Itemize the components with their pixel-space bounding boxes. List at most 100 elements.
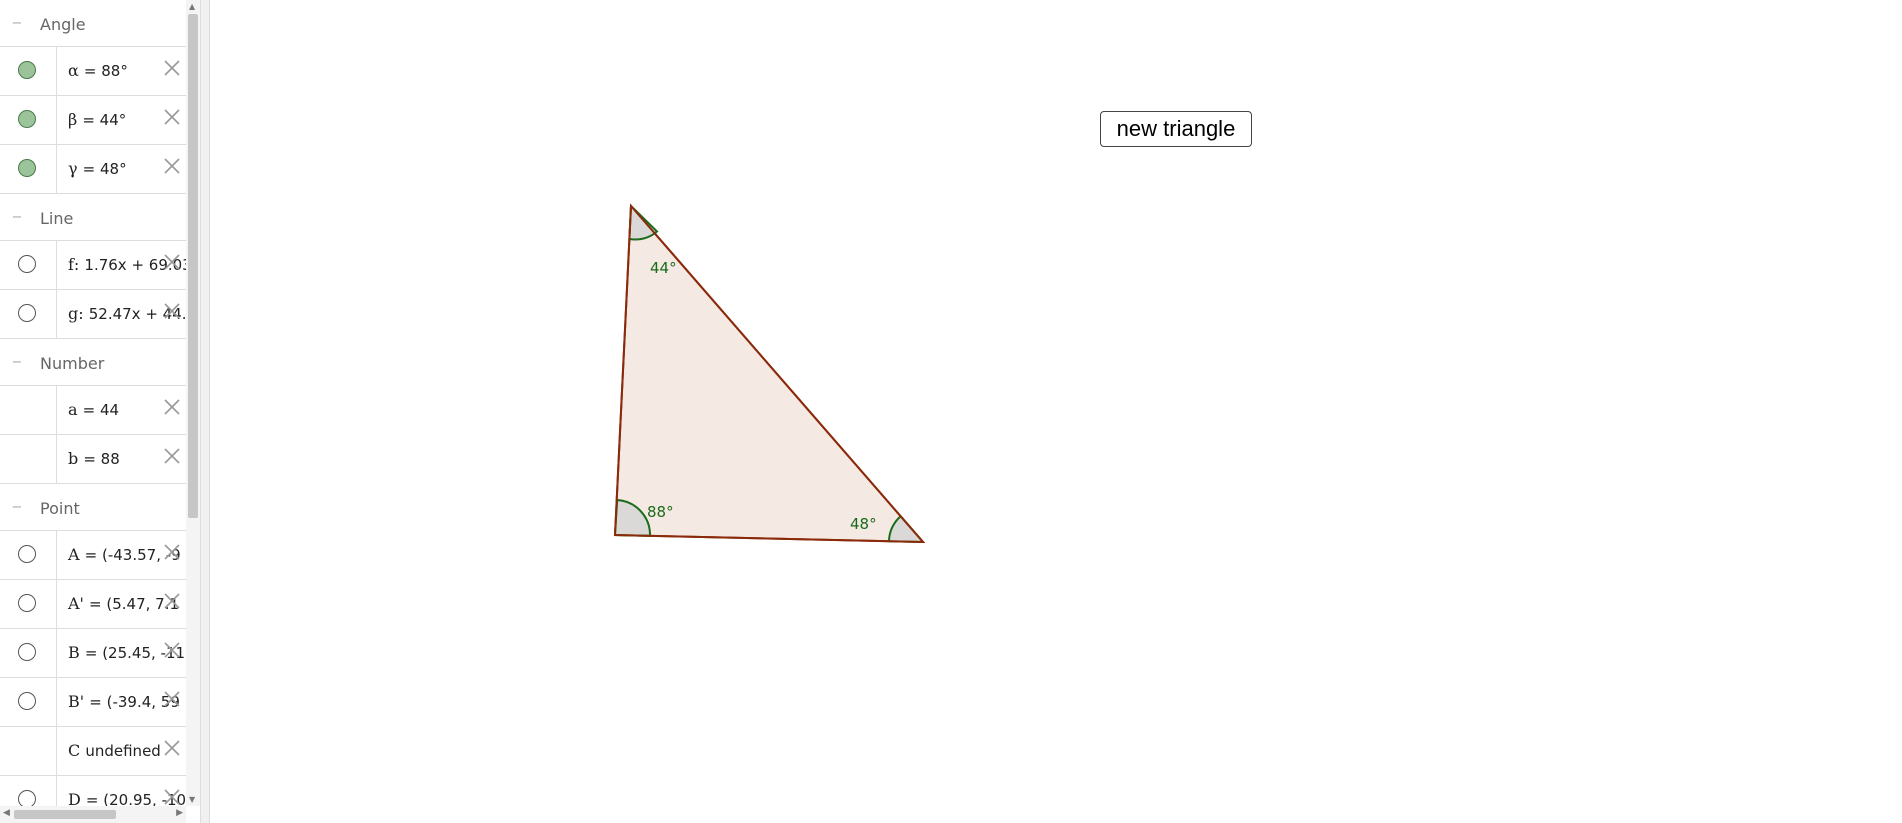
object-value: = 48° bbox=[82, 160, 127, 178]
visibility-toggle[interactable] bbox=[18, 110, 36, 128]
algebra-item[interactable]: a = 44 bbox=[0, 386, 186, 435]
horizontal-scroll-thumb[interactable] bbox=[14, 810, 116, 819]
marble-area bbox=[0, 727, 57, 775]
angle-arc-top[interactable] bbox=[628, 203, 659, 241]
scroll-up-icon[interactable]: ▲ bbox=[189, 2, 195, 11]
algebra-item[interactable]: D = (20.95, -10 bbox=[0, 776, 186, 806]
close-icon[interactable] bbox=[163, 641, 181, 659]
visibility-toggle[interactable] bbox=[18, 61, 36, 79]
object-label: f: bbox=[68, 255, 80, 274]
algebra-expression[interactable]: α = 88° bbox=[68, 61, 128, 80]
object-label: a bbox=[68, 400, 78, 419]
marble-area bbox=[0, 776, 57, 806]
minus-icon[interactable]: − bbox=[11, 501, 23, 514]
group-title: Line bbox=[40, 209, 74, 228]
angle-label-beta: 44° bbox=[650, 259, 677, 277]
close-icon[interactable] bbox=[163, 788, 181, 806]
object-value: = 88 bbox=[83, 450, 120, 468]
minus-icon[interactable]: − bbox=[11, 17, 23, 30]
close-icon[interactable] bbox=[163, 447, 181, 465]
algebra-item[interactable]: β = 44° bbox=[0, 96, 186, 145]
algebra-expression[interactable]: β = 44° bbox=[68, 110, 126, 129]
marble-area bbox=[0, 96, 57, 144]
algebra-expression[interactable]: a = 44 bbox=[68, 400, 119, 419]
group-title: Angle bbox=[40, 15, 86, 34]
algebra-item[interactable]: A' = (5.47, 7.1 bbox=[0, 580, 186, 629]
visibility-toggle[interactable] bbox=[18, 692, 36, 710]
visibility-toggle[interactable] bbox=[18, 594, 36, 612]
algebra-item[interactable]: C undefined bbox=[0, 727, 186, 776]
object-label: B bbox=[68, 643, 80, 662]
algebra-expression[interactable]: γ = 48° bbox=[68, 159, 127, 178]
visibility-toggle[interactable] bbox=[18, 255, 36, 273]
marble-area bbox=[0, 241, 57, 289]
algebra-item[interactable]: α = 88° bbox=[0, 47, 186, 96]
algebra-item[interactable]: b = 88 bbox=[0, 435, 186, 484]
close-icon[interactable] bbox=[163, 543, 181, 561]
group-header-point[interactable]: − Point bbox=[0, 484, 186, 531]
object-label: C bbox=[68, 741, 81, 760]
object-label: γ bbox=[68, 159, 78, 178]
close-icon[interactable] bbox=[163, 59, 181, 77]
algebra-item[interactable]: B' = (-39.4, 59 bbox=[0, 678, 186, 727]
horizontal-scrollbar[interactable]: ◀ ▶ bbox=[0, 806, 186, 823]
close-icon[interactable] bbox=[163, 253, 181, 271]
algebra-item[interactable]: γ = 48° bbox=[0, 145, 186, 194]
triangle[interactable] bbox=[613, 203, 926, 544]
close-icon[interactable] bbox=[163, 398, 181, 416]
minus-icon[interactable]: − bbox=[11, 356, 23, 369]
close-icon[interactable] bbox=[163, 592, 181, 610]
group-title: Point bbox=[40, 499, 80, 518]
group-header-line[interactable]: − Line bbox=[0, 194, 186, 241]
algebra-item[interactable]: A = (-43.57, -9 bbox=[0, 531, 186, 580]
object-label: B' bbox=[68, 692, 85, 711]
algebra-expression[interactable]: b = 88 bbox=[68, 449, 120, 468]
object-label: A bbox=[68, 545, 80, 564]
close-icon[interactable] bbox=[163, 690, 181, 708]
marble-area bbox=[0, 678, 57, 726]
close-icon[interactable] bbox=[163, 302, 181, 320]
object-label: A' bbox=[68, 594, 84, 613]
marble-area bbox=[0, 47, 57, 95]
scroll-left-icon[interactable]: ◀ bbox=[3, 808, 10, 818]
visibility-toggle[interactable] bbox=[18, 159, 36, 177]
minus-icon[interactable]: − bbox=[11, 211, 23, 224]
marble-area bbox=[0, 145, 57, 193]
object-value: = 44° bbox=[82, 111, 127, 129]
marble-area bbox=[0, 629, 57, 677]
marble-area bbox=[0, 580, 57, 628]
angle-label-alpha: 88° bbox=[647, 503, 674, 521]
group-header-number[interactable]: − Number bbox=[0, 339, 186, 386]
algebra-item[interactable]: g: 52.47x + 44.1 bbox=[0, 290, 186, 339]
visibility-toggle[interactable] bbox=[18, 545, 36, 563]
visibility-toggle[interactable] bbox=[18, 643, 36, 661]
object-label: g: bbox=[68, 304, 84, 323]
object-label: b bbox=[68, 449, 79, 468]
visibility-toggle[interactable] bbox=[18, 790, 36, 806]
vertical-scrollbar[interactable]: ▲ ▼ bbox=[186, 0, 200, 806]
marble-area bbox=[0, 531, 57, 579]
new-triangle-button[interactable]: new triangle bbox=[1100, 111, 1252, 147]
object-label: β bbox=[68, 110, 78, 129]
view-divider[interactable] bbox=[200, 0, 210, 823]
graphics-canvas[interactable]: 44° 88° 48° bbox=[210, 0, 1902, 823]
algebra-item[interactable]: B = (25.45, -11 bbox=[0, 629, 186, 678]
close-icon[interactable] bbox=[163, 739, 181, 757]
group-title: Number bbox=[40, 354, 105, 373]
vertical-scroll-thumb[interactable] bbox=[188, 14, 198, 518]
algebra-expression[interactable]: C undefined bbox=[68, 741, 161, 760]
scroll-right-icon[interactable]: ▶ bbox=[176, 808, 183, 818]
scroll-down-icon[interactable]: ▼ bbox=[189, 795, 195, 804]
object-label: D bbox=[68, 790, 81, 806]
object-value: undefined bbox=[85, 742, 161, 760]
graphics-view[interactable]: 44° 88° 48° bbox=[210, 0, 1902, 823]
close-icon[interactable] bbox=[163, 108, 181, 126]
visibility-toggle[interactable] bbox=[18, 304, 36, 322]
group-header-angle[interactable]: − Angle bbox=[0, 0, 186, 47]
object-label: α bbox=[68, 61, 79, 80]
algebra-item[interactable]: f: 1.76x + 69.03 bbox=[0, 241, 186, 290]
object-value: = 88° bbox=[83, 62, 128, 80]
angle-label-gamma: 48° bbox=[850, 515, 877, 533]
close-icon[interactable] bbox=[163, 157, 181, 175]
marble-area bbox=[0, 290, 57, 338]
